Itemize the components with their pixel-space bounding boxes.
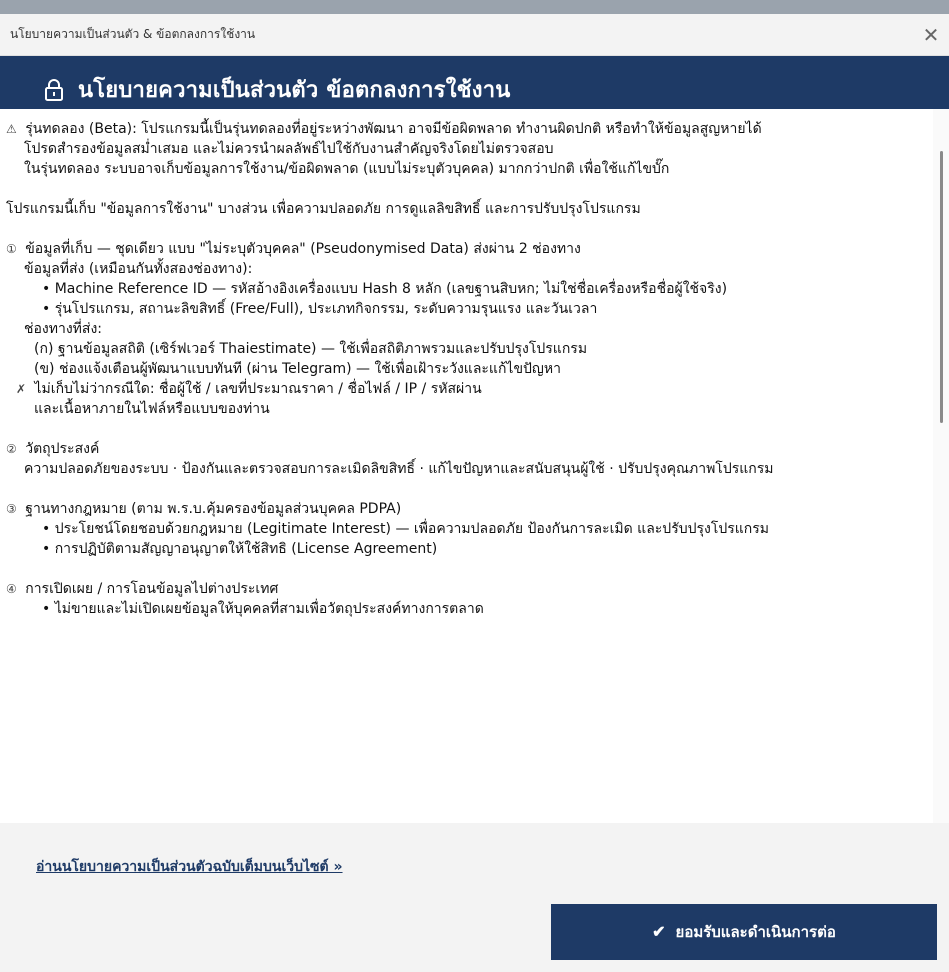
content-scrollbar[interactable]: [933, 109, 949, 823]
section1-heading: ข้อมูลที่เก็บ — ชุดเดียว แบบ "ไม่ระบุตัว…: [25, 241, 581, 257]
legal-bullet-1: • ประโยชน์โดยชอบด้วยกฎหมาย (Legitimate I…: [42, 521, 770, 537]
not-collected: ✗ ไม่เก็บไม่ว่ากรณีใด: ชื่อผู้ใช้ / เลขท…: [6, 379, 923, 399]
dialog-titlebar: นโยบายความเป็นส่วนตัว & ข้อตกลงการใช้งาน…: [0, 14, 949, 56]
intro-text: โปรแกรมนี้เก็บ "ข้อมูลการใช้งาน" บางส่วน…: [6, 201, 641, 217]
sent-data-heading: ข้อมูลที่ส่ง (เหมือนกันทั้งสองช่องทาง):: [24, 261, 253, 277]
cross-icon: ✗: [16, 382, 27, 396]
not-collected-2: และเนื้อหาภายในไฟล์หรือแบบของท่าน: [34, 401, 270, 417]
circled-three-icon: ③: [6, 502, 17, 516]
scrollbar-thumb[interactable]: [940, 151, 943, 423]
channel-b: (ข) ช่องแจ้งเตือนผู้พัฒนาแบบทันที (ผ่าน …: [34, 361, 561, 377]
channels-heading: ช่องทางที่ส่ง:: [24, 321, 102, 337]
section-data-collected: ① ข้อมูลที่เก็บ — ชุดเดียว แบบ "ไม่ระบุต…: [6, 239, 923, 259]
beta-text: รุ่นทดลอง (Beta): โปรแกรมนี้เป็นรุ่นทดลอ…: [25, 121, 762, 137]
accept-button[interactable]: ✔ ยอมรับและดำเนินการต่อ: [551, 904, 937, 960]
warning-icon: ⚠: [6, 122, 17, 136]
section-purpose: ② วัตถุประสงค์: [6, 439, 923, 459]
check-icon: ✔: [652, 924, 666, 941]
accept-button-label: ยอมรับและดำเนินการต่อ: [675, 924, 836, 941]
full-policy-link[interactable]: อ่านนโยบายความเป็นส่วนตัวฉบับเต็มบนเว็บไ…: [36, 856, 343, 878]
section3-heading: ฐานทางกฎหมาย (ตาม พ.ร.บ.คุ้มครองข้อมูลส่…: [25, 501, 402, 517]
banner-title: นโยบายความเป็นส่วนตัว ข้อตกลงการใช้งาน: [78, 78, 511, 103]
policy-content: ⚠ รุ่นทดลอง (Beta): โปรแกรมนี้เป็นรุ่นทด…: [0, 109, 933, 823]
beta-line-3: ในรุ่นทดลอง ระบบอาจเก็บข้อมูลการใช้งาน/ข…: [6, 159, 923, 179]
purpose-text: ความปลอดภัยของระบบ · ป้องกันและตรวจสอบกา…: [24, 461, 774, 477]
beta-line-3-text: ในรุ่นทดลอง ระบบอาจเก็บข้อมูลการใช้งาน/ข…: [24, 161, 670, 177]
circled-two-icon: ②: [6, 442, 17, 456]
circled-four-icon: ④: [6, 582, 17, 596]
section-legal-basis: ③ ฐานทางกฎหมาย (ตาม พ.ร.บ.คุ้มครองข้อมูล…: [6, 499, 923, 519]
lock-icon: [45, 78, 63, 101]
bullet-machine-id: • Machine Reference ID — รหัสอ้างอิงเครื…: [42, 281, 728, 297]
beta-line-2: โปรดสำรองข้อมูลสม่ำเสมอ และไม่ควรนำผลลัพ…: [24, 141, 554, 157]
dialog-title: นโยบายความเป็นส่วนตัว & ข้อตกลงการใช้งาน: [10, 27, 256, 41]
close-button[interactable]: ✕: [919, 23, 943, 47]
channel-a: (ก) ฐานข้อมูลสถิติ (เซิร์ฟเวอร์ Thaiesti…: [34, 341, 588, 357]
section-disclosure: ④ การเปิดเผย / การโอนข้อมูลไปต่างประเทศ: [6, 579, 923, 599]
legal-bullet-2: • การปฏิบัติตามสัญญาอนุญาตให้ใช้สิทธิ (L…: [42, 541, 438, 557]
background-window: [0, 0, 949, 14]
beta-warning: ⚠ รุ่นทดลอง (Beta): โปรแกรมนี้เป็นรุ่นทด…: [6, 119, 923, 139]
disclosure-bullet-1: • ไม่ขายและไม่เปิดเผยข้อมูลให้บุคคลที่สา…: [42, 601, 484, 617]
not-collected-text: ไม่เก็บไม่ว่ากรณีใด: ชื่อผู้ใช้ / เลขที่…: [34, 381, 482, 397]
section2-heading: วัตถุประสงค์: [25, 441, 100, 457]
circled-one-icon: ①: [6, 242, 17, 256]
section4-heading: การเปิดเผย / การโอนข้อมูลไปต่างประเทศ: [25, 581, 279, 597]
bullet-version: • รุ่นโปรแกรม, สถานะลิขสิทธิ์ (Free/Full…: [42, 301, 598, 317]
